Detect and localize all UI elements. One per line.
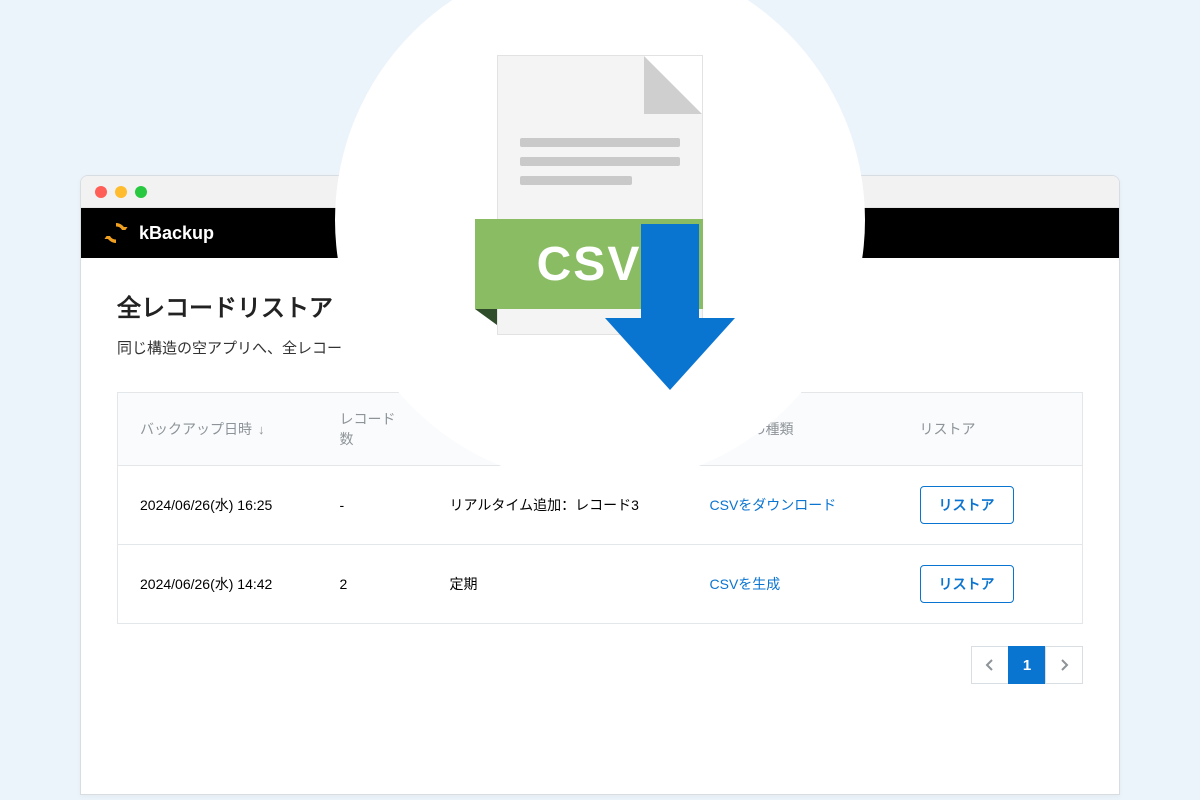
chevron-right-icon xyxy=(1059,659,1069,671)
csv-generate-link[interactable]: CSVを生成 xyxy=(710,576,781,592)
window-maximize-icon[interactable] xyxy=(135,186,147,198)
sync-icon xyxy=(103,220,129,246)
table-row: 2024/06/26(水) 14:42 2 定期 CSVを生成 リストア xyxy=(118,545,1083,624)
cell-datetime: 2024/06/26(水) 16:25 xyxy=(118,466,318,545)
pagination-next-button[interactable] xyxy=(1045,646,1083,684)
chevron-left-icon xyxy=(985,659,995,671)
download-arrow-icon xyxy=(605,224,735,390)
window-close-icon[interactable] xyxy=(95,186,107,198)
cell-datetime: 2024/06/26(水) 14:42 xyxy=(118,545,318,624)
app-logo[interactable]: kBackup xyxy=(103,220,214,246)
cell-records: 2 xyxy=(318,545,428,624)
app-name: kBackup xyxy=(139,223,214,244)
window-minimize-icon[interactable] xyxy=(115,186,127,198)
pagination-prev-button[interactable] xyxy=(971,646,1009,684)
pagination: 1 xyxy=(117,646,1083,684)
restore-button[interactable]: リストア xyxy=(920,565,1014,603)
cell-backup-type: 定期 xyxy=(428,545,688,624)
sort-desc-icon: ↓ xyxy=(258,422,265,437)
file-icon: CSV xyxy=(475,55,725,385)
pagination-page-1-button[interactable]: 1 xyxy=(1008,646,1046,684)
th-restore: リストア xyxy=(898,393,1083,466)
th-datetime[interactable]: バックアップ日時 ↓ xyxy=(118,393,318,466)
cell-records: - xyxy=(318,466,428,545)
th-datetime-label: バックアップ日時 xyxy=(140,419,252,439)
csv-download-link[interactable]: CSVをダウンロード xyxy=(710,497,837,513)
restore-button[interactable]: リストア xyxy=(920,486,1014,524)
